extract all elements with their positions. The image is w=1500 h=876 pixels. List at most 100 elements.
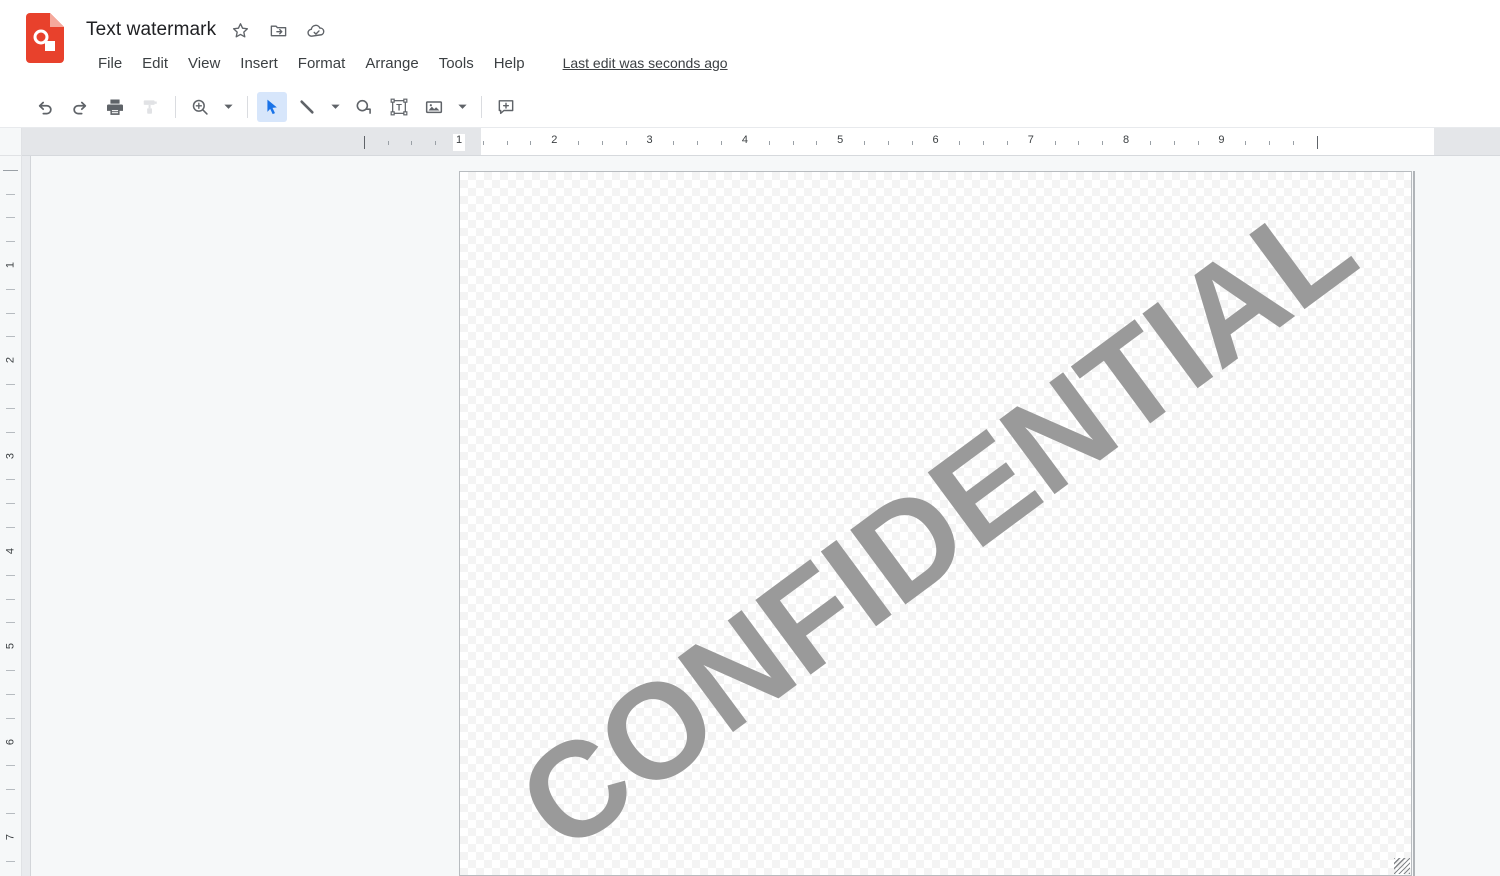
ruler-minor-tick [387,141,389,145]
last-edit-link[interactable]: Last edit was seconds ago [563,55,728,71]
ruler-major-tick [363,136,365,149]
menu-item-edit[interactable]: Edit [132,53,178,74]
ruler-minor-tick [1054,141,1056,145]
ruler-minor-tick [816,141,818,145]
ruler-minor-tick [6,717,15,719]
cloud-saved-icon[interactable] [302,16,330,44]
horizontal-ruler[interactable]: 1 2 3 4 5 6 7 8 9 [22,128,1500,156]
main-toolbar: T [0,86,1500,128]
print-button[interactable] [100,92,130,122]
vertical-ruler-active-region [0,171,21,876]
ruler-minor-tick [983,141,985,145]
undo-button[interactable] [30,92,60,122]
ruler-number: 6 [4,738,17,745]
menu-item-format[interactable]: Format [288,53,356,74]
toolbar-separator-3 [481,95,482,118]
menu-item-help[interactable]: Help [484,53,535,74]
document-title[interactable]: Text watermark [86,19,216,41]
ruler-minor-tick [6,812,15,814]
line-dropdown-caret-icon[interactable] [327,92,344,122]
ruler-minor-tick [697,141,699,145]
ruler-minor-tick [530,141,532,145]
vertical-ruler[interactable]: 1 2 3 4 5 6 7 [0,156,22,876]
ruler-minor-tick [6,288,15,290]
ruler-minor-tick [578,141,580,145]
menu-item-insert[interactable]: Insert [230,53,288,74]
horizontal-ruler-active-region [481,128,1434,155]
slide-canvas[interactable]: CONFIDENTIAL [459,171,1412,876]
watermark-text[interactable]: CONFIDENTIAL [490,172,1380,875]
ruler-number: 4 [4,547,17,554]
ruler-minor-tick [6,479,15,481]
toolbar-separator-1 [175,95,176,118]
ruler-minor-tick [6,622,15,624]
ruler-number: 7 [4,833,17,840]
ruler-number: 6 [932,134,939,146]
ruler-number: 1 [4,261,17,269]
move-to-folder-icon[interactable] [264,16,292,44]
ruler-number: 1 [455,134,463,146]
zoom-button[interactable] [185,92,215,122]
ruler-minor-tick [1078,141,1080,145]
ruler-minor-tick [6,670,15,672]
select-tool-button[interactable] [257,91,287,122]
ruler-minor-tick [6,431,15,433]
shape-tool-button[interactable] [349,92,379,122]
ruler-major-tick [3,169,18,171]
top-bar: Text watermark File Edit View Insert For… [0,0,1500,86]
menu-item-tools[interactable]: Tools [429,53,484,74]
ruler-minor-tick [6,384,15,386]
ruler-number: 5 [4,643,17,650]
ruler-minor-tick [1197,141,1199,145]
ruler-minor-tick [6,527,15,529]
text-box-button[interactable]: T [384,92,414,122]
ruler-major-tick [1316,136,1318,149]
menu-item-arrange[interactable]: Arrange [355,53,428,74]
ruler-minor-tick [6,693,15,695]
ruler-number: 2 [4,357,17,364]
toolbar-separator-2 [247,95,248,118]
gutter-divider [30,156,31,876]
ruler-minor-tick [887,141,889,145]
ruler-minor-tick [1269,141,1271,145]
star-icon[interactable] [226,16,254,44]
menu-bar: File Edit View Insert Format Arrange Too… [88,50,728,76]
ruler-minor-tick [6,241,15,243]
ruler-minor-tick [792,141,794,145]
ruler-minor-tick [482,141,484,145]
ruler-number: 7 [1027,134,1034,146]
ruler-number: 3 [646,134,653,146]
ruler-minor-tick [959,141,961,145]
ruler-minor-tick [721,141,723,145]
ruler-minor-tick [6,765,15,767]
image-button[interactable] [419,92,449,122]
ruler-minor-tick [6,193,15,195]
line-tool-button[interactable] [292,92,322,122]
ruler-minor-tick [6,574,15,576]
ruler-corner [0,128,22,156]
ruler-number: 2 [551,134,558,146]
ruler-minor-tick [1149,141,1151,145]
ruler-minor-tick [673,141,675,145]
editor-workspace: CONFIDENTIAL [22,156,1500,876]
ruler-minor-tick [435,141,437,145]
ruler-number: 4 [741,134,748,146]
ruler-minor-tick [6,336,15,338]
menu-item-view[interactable]: View [178,53,230,74]
resize-grip-icon[interactable] [1394,858,1410,874]
add-comment-button[interactable] [491,92,521,122]
ruler-minor-tick [6,789,15,791]
ruler-number: 9 [1218,134,1225,146]
zoom-dropdown-caret-icon[interactable] [220,92,237,122]
image-dropdown-caret-icon[interactable] [454,92,471,122]
ruler-minor-tick [6,598,15,600]
ruler-minor-tick [506,141,508,145]
ruler-minor-tick [1173,141,1175,145]
paint-format-button[interactable] [135,92,165,122]
redo-button[interactable] [65,92,95,122]
ruler-minor-tick [6,217,15,219]
ruler-minor-tick [625,141,627,145]
menu-item-file[interactable]: File [88,53,132,74]
ruler-minor-tick [911,141,913,145]
slides-logo-icon[interactable] [26,13,64,63]
